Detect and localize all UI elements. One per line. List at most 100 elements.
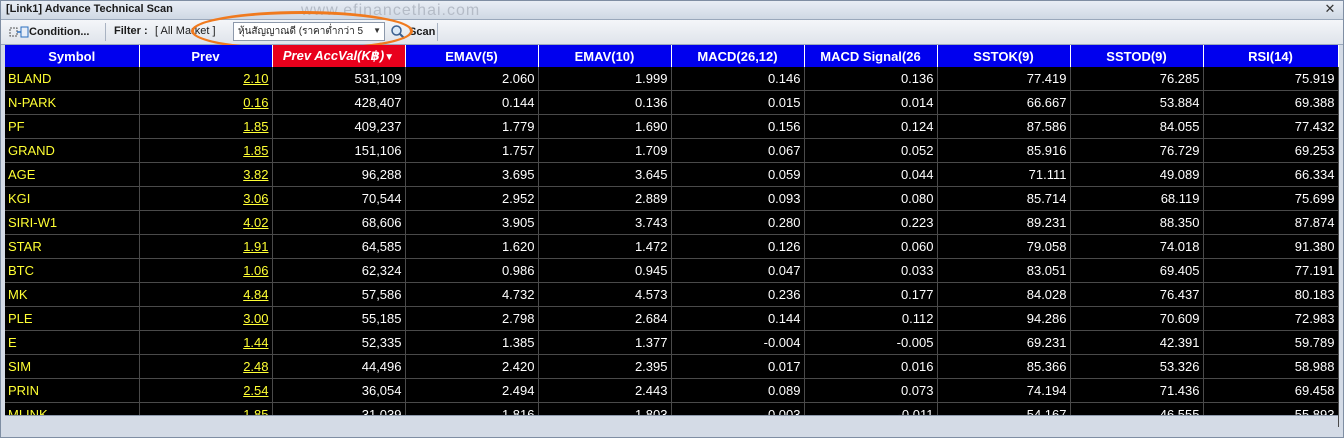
column-header-symbol[interactable]: Symbol: [5, 45, 140, 67]
symbol-cell[interactable]: SIRI-W1: [5, 210, 140, 235]
prev-price-link[interactable]: 2.48: [139, 354, 273, 379]
table-row[interactable]: E 1.44 52,335 1.385 1.377 -0.004 -0.005 69.231 4…: [5, 330, 1339, 355]
table-row[interactable]: GRAND 1.85 151,106 1.757 1.709 0.067 0.052 85.9…: [5, 138, 1339, 163]
value-cell: 0.016: [804, 354, 938, 379]
value-cell: 4.573: [538, 282, 672, 307]
value-cell: 85.916: [937, 138, 1071, 163]
value-cell: 44,496: [272, 354, 406, 379]
prev-price-link[interactable]: 1.85: [139, 114, 273, 139]
close-icon[interactable]: ✕: [1323, 2, 1337, 16]
value-cell: 0.060: [804, 234, 938, 259]
column-header-rsi-14-[interactable]: RSI(14): [1203, 45, 1339, 67]
value-cell: 0.033: [804, 258, 938, 283]
value-cell: 69.405: [1070, 258, 1204, 283]
column-header-prev-accval-k-[interactable]: Prev AccVal(K฿)▼: [272, 45, 406, 67]
value-cell: 72.983: [1203, 306, 1339, 331]
value-cell: 76.285: [1070, 67, 1204, 91]
prev-price-link[interactable]: 3.00: [139, 306, 273, 331]
value-cell: 2.684: [538, 306, 672, 331]
table-row[interactable]: PF 1.85 409,237 1.779 1.690 0.156 0.124 87.586 8…: [5, 114, 1339, 139]
table-row[interactable]: AGE 3.82 96,288 3.695 3.645 0.059 0.044 71.111 4…: [5, 162, 1339, 187]
value-cell: 70.609: [1070, 306, 1204, 331]
table-row[interactable]: STAR 1.91 64,585 1.620 1.472 0.126 0.060 79.058…: [5, 234, 1339, 259]
value-cell: 531,109: [272, 67, 406, 91]
value-cell: 0.945: [538, 258, 672, 283]
value-cell: 4.732: [405, 282, 539, 307]
symbol-cell[interactable]: GRAND: [5, 138, 140, 163]
value-cell: 84.055: [1070, 114, 1204, 139]
table-row[interactable]: SIRI-W1 4.02 68,606 3.905 3.743 0.280 0.223 89.…: [5, 210, 1339, 235]
value-cell: 36,054: [272, 378, 406, 403]
table-row[interactable]: KGI 3.06 70,544 2.952 2.889 0.093 0.080 85.714 6…: [5, 186, 1339, 211]
value-cell: 2.798: [405, 306, 539, 331]
value-cell: 0.144: [405, 90, 539, 115]
table-row[interactable]: BLAND 2.10 531,109 2.060 1.999 0.146 0.136 77.4…: [5, 67, 1339, 91]
table-row[interactable]: SIM 2.48 44,496 2.420 2.395 0.017 0.016 85.366 5…: [5, 354, 1339, 379]
value-cell: 94.286: [937, 306, 1071, 331]
column-header-sstok-9-[interactable]: SSTOK(9): [937, 45, 1071, 67]
value-cell: 0.017: [671, 354, 805, 379]
value-cell: 85.366: [937, 354, 1071, 379]
prev-price-link[interactable]: 1.91: [139, 234, 273, 259]
column-header-emav-10-[interactable]: EMAV(10): [538, 45, 672, 67]
value-cell: -0.004: [671, 330, 805, 355]
column-header-macd-signal-26[interactable]: MACD Signal(26: [804, 45, 938, 67]
value-cell: 0.136: [538, 90, 672, 115]
value-cell: 57,586: [272, 282, 406, 307]
symbol-cell[interactable]: SIM: [5, 354, 140, 379]
column-header-prev[interactable]: Prev: [139, 45, 273, 67]
prev-price-link[interactable]: 2.54: [139, 378, 273, 403]
table-row[interactable]: N-PARK 0.16 428,407 0.144 0.136 0.015 0.014 66.…: [5, 90, 1339, 115]
value-cell: 69.253: [1203, 138, 1339, 163]
symbol-cell[interactable]: KGI: [5, 186, 140, 211]
value-cell: 0.093: [671, 186, 805, 211]
prev-price-link[interactable]: 0.16: [139, 90, 273, 115]
prev-price-link[interactable]: 4.02: [139, 210, 273, 235]
column-header-sstod-9-[interactable]: SSTOD(9): [1070, 45, 1204, 67]
symbol-cell[interactable]: PLE: [5, 306, 140, 331]
symbol-cell[interactable]: PF: [5, 114, 140, 139]
column-header-emav-5-[interactable]: EMAV(5): [405, 45, 539, 67]
value-cell: 3.905: [405, 210, 539, 235]
filter-label: Filter :: [114, 25, 148, 37]
value-cell: 3.645: [538, 162, 672, 187]
prev-price-link[interactable]: 1.85: [139, 138, 273, 163]
symbol-cell[interactable]: BTC: [5, 258, 140, 283]
symbol-cell[interactable]: MK: [5, 282, 140, 307]
column-header-macd-26-12-[interactable]: MACD(26,12): [671, 45, 805, 67]
prev-price-link[interactable]: 1.06: [139, 258, 273, 283]
value-cell: 409,237: [272, 114, 406, 139]
table-row[interactable]: MK 4.84 57,586 4.732 4.573 0.236 0.177 84.028 76…: [5, 282, 1339, 307]
scan-button[interactable]: Scan: [390, 22, 435, 41]
sort-desc-icon: ▼: [384, 52, 395, 63]
prev-price-link[interactable]: 1.44: [139, 330, 273, 355]
table-row[interactable]: PLE 3.00 55,185 2.798 2.684 0.144 0.112 94.286 7…: [5, 306, 1339, 331]
window-title: [Link1] Advance Technical Scan: [6, 3, 173, 15]
value-cell: 68.119: [1070, 186, 1204, 211]
prev-price-link[interactable]: 4.84: [139, 282, 273, 307]
symbol-cell[interactable]: AGE: [5, 162, 140, 187]
scan-preset-dropdown[interactable]: หุ้นสัญญาณดี (ราคาต่ำกว่า 5 ▼: [233, 22, 385, 41]
value-cell: 0.126: [671, 234, 805, 259]
symbol-cell[interactable]: STAR: [5, 234, 140, 259]
symbol-cell[interactable]: E: [5, 330, 140, 355]
value-cell: 1.385: [405, 330, 539, 355]
symbol-cell[interactable]: BLAND: [5, 67, 140, 91]
symbol-cell[interactable]: PRIN: [5, 378, 140, 403]
value-cell: -0.005: [804, 330, 938, 355]
value-cell: 74.018: [1070, 234, 1204, 259]
prev-price-link[interactable]: 2.10: [139, 67, 273, 91]
chevron-down-icon[interactable]: ▼: [373, 26, 381, 35]
table-row[interactable]: BTC 1.06 62,324 0.986 0.945 0.047 0.033 83.051 6…: [5, 258, 1339, 283]
title-bar[interactable]: [Link1] Advance Technical Scan ✕: [1, 1, 1343, 20]
prev-price-link[interactable]: 3.06: [139, 186, 273, 211]
condition-button[interactable]: Condition...: [9, 22, 89, 41]
value-cell: 1.472: [538, 234, 672, 259]
value-cell: 0.067: [671, 138, 805, 163]
status-strip: [5, 415, 1338, 436]
table-row[interactable]: PRIN 2.54 36,054 2.494 2.443 0.089 0.073 74.194…: [5, 378, 1339, 403]
value-cell: 68,606: [272, 210, 406, 235]
symbol-cell[interactable]: N-PARK: [5, 90, 140, 115]
filter-market-value[interactable]: [ All Market ]: [155, 25, 216, 37]
prev-price-link[interactable]: 3.82: [139, 162, 273, 187]
